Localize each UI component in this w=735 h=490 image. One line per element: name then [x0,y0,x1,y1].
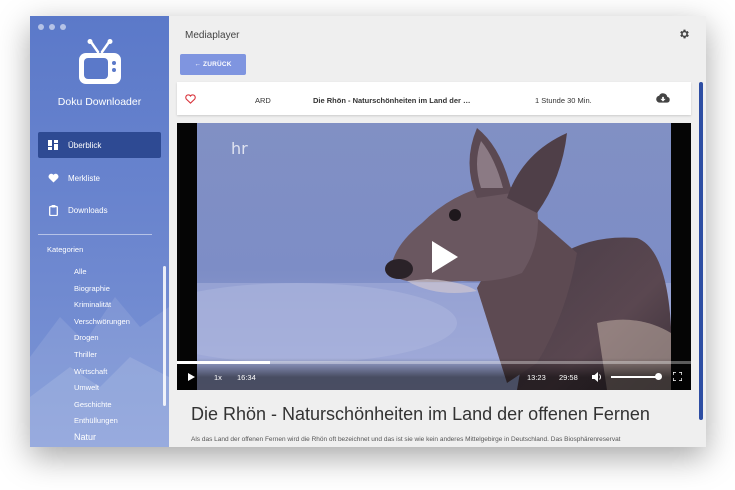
gear-icon[interactable] [678,28,690,40]
nav-overview[interactable]: Überblick [38,132,161,158]
video-duration: 1 Stunde 30 Min. [535,96,592,105]
page-title: Mediaplayer [185,30,240,41]
seek-bar-fill [177,361,270,364]
nav-downloads-label: Downloads [68,205,108,215]
category-item[interactable]: Wirtschaft [74,365,130,382]
app-window: Doku Downloader Überblick Merkliste Down… [30,16,706,447]
current-position: 16:34 [237,373,256,382]
favorite-heart-icon[interactable] [185,94,196,104]
category-item-selected[interactable]: Natur [74,431,130,447]
sidebar-scrollbar[interactable] [163,266,166,406]
back-button[interactable]: ← ZURÜCK [180,54,246,75]
nav-downloads[interactable]: Downloads [38,197,161,223]
video-description: Als das Land der offenen Fernen wird die… [191,436,621,443]
category-item[interactable]: Biographie [74,282,130,299]
main-content: Mediaplayer ← ZURÜCK ARD Die Rhön - Natu… [169,16,706,447]
fullscreen-icon[interactable] [673,372,682,381]
volume-icon[interactable] [592,372,603,382]
category-item[interactable]: Geschichte [74,398,130,415]
nav-watchlist[interactable]: Merkliste [38,165,161,191]
category-item[interactable]: Enthüllungen [74,414,130,431]
category-item[interactable]: Drogen [74,331,130,348]
main-scrollbar[interactable] [699,82,703,420]
nav-watchlist-label: Merkliste [68,173,101,183]
sidebar-divider [38,234,152,235]
letterbox-right [671,123,691,390]
elapsed-time: 13:23 [527,373,546,382]
category-item[interactable]: Kriminalität [74,298,130,315]
sidebar: Doku Downloader Überblick Merkliste Down… [30,16,169,447]
dashboard-icon [38,140,68,150]
volume-knob[interactable] [655,373,662,380]
categories-heading: Kategorien [47,245,84,254]
channel-label: ARD [255,96,271,105]
letterbox-left [177,123,197,390]
category-item[interactable]: Umwelt [74,381,130,398]
video-player[interactable]: hr 1x 16:34 13:23 29:58 [177,123,691,390]
channel-watermark: hr [231,139,248,158]
video-title: Die Rhön - Naturschönheiten im Land der … [313,96,473,105]
volume-slider[interactable] [611,376,661,378]
clipboard-icon [38,204,68,216]
video-info-row: ARD Die Rhön - Naturschönheiten im Land … [177,82,691,115]
app-title: Doku Downloader [57,96,142,108]
category-item[interactable]: Thriller [74,348,130,365]
remaining-time: 29:58 [559,373,578,382]
category-item[interactable]: Verschwörungen [74,315,130,332]
nav-overview-label: Überblick [68,140,102,150]
heart-icon [38,173,68,183]
category-list: Alle Biographie Kriminalität Verschwörun… [74,265,130,447]
seek-bar[interactable] [177,361,691,364]
play-icon[interactable] [432,241,458,273]
volume-slider-fill [611,376,659,378]
window-controls[interactable] [38,24,66,30]
cloud-download-icon[interactable] [656,92,670,104]
video-full-title: Die Rhön - Naturschönheiten im Land der … [191,404,650,424]
play-small-icon[interactable] [188,373,195,381]
tv-logo-icon [79,39,121,84]
playback-speed[interactable]: 1x [214,373,222,382]
category-item[interactable]: Alle [74,265,130,282]
